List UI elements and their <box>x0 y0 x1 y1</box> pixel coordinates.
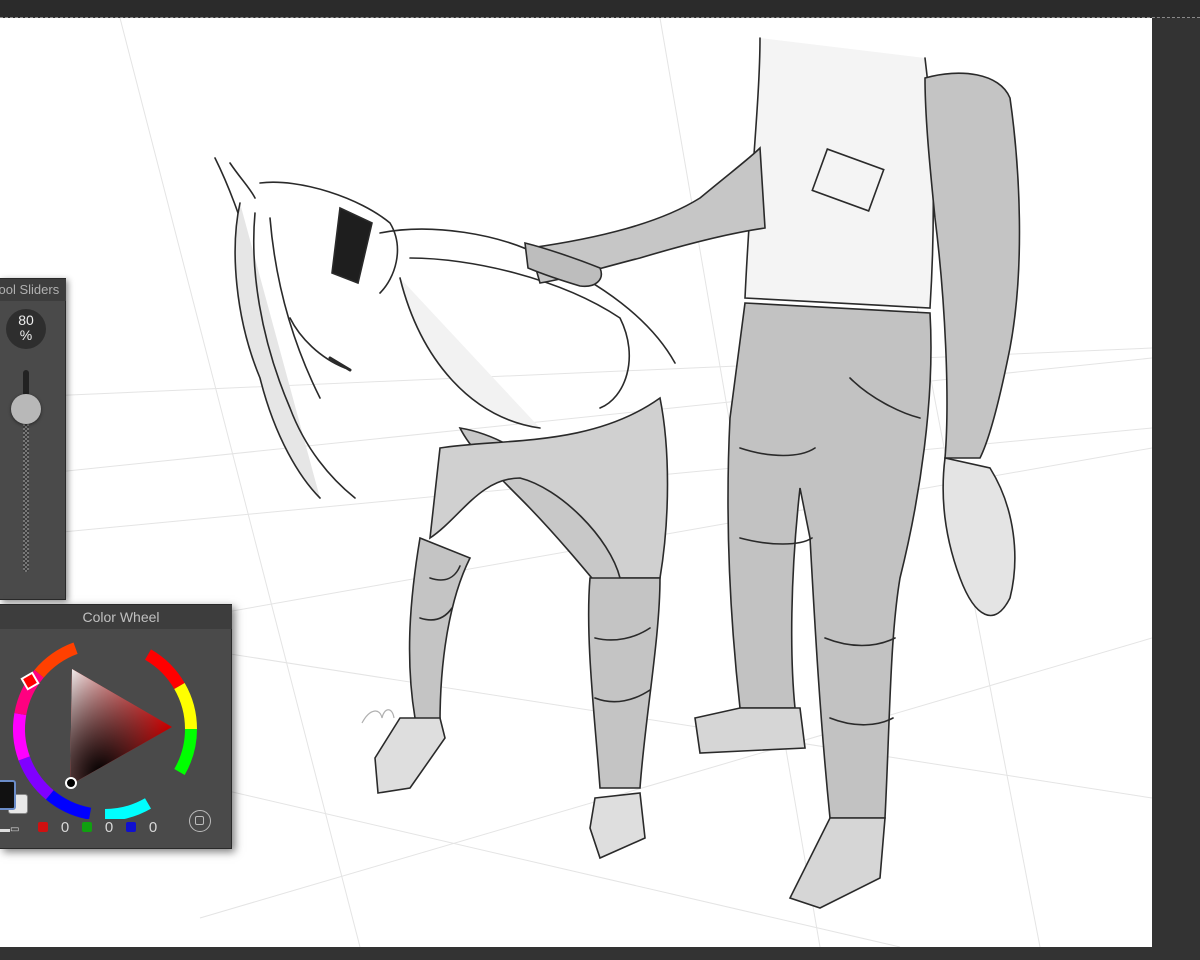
blue-value[interactable]: 0 <box>136 819 170 836</box>
tool-sliders-panel: Tool Sliders 80 % <box>0 278 66 600</box>
bottom-workspace-edge <box>0 947 1152 960</box>
swap-colors-icon[interactable]: ▬▭ <box>0 825 24 835</box>
tool-sliders-title[interactable]: Tool Sliders <box>0 279 66 301</box>
blue-channel-chip <box>126 822 136 832</box>
red-channel-chip <box>38 822 48 832</box>
brush-size-value: 80 <box>18 312 34 328</box>
opacity-slider-transparent <box>23 406 29 572</box>
brush-size-display[interactable]: 80 % <box>6 309 46 349</box>
color-wheel-title[interactable]: Color Wheel <box>0 605 232 629</box>
top-bar <box>0 0 1200 18</box>
signature <box>361 709 395 724</box>
primary-color-swatch[interactable] <box>0 780 16 810</box>
color-picker-marker[interactable] <box>65 777 77 789</box>
opacity-slider-thumb[interactable] <box>11 394 41 424</box>
rgb-values-row: 0 0 0 <box>38 817 170 837</box>
color-wheel-graphic[interactable] <box>0 629 232 819</box>
saturation-value-triangle[interactable] <box>70 669 172 785</box>
green-value[interactable]: 0 <box>92 819 126 836</box>
red-value[interactable]: 0 <box>48 819 82 836</box>
right-workspace-edge <box>1152 18 1200 960</box>
brush-size-unit: % <box>19 327 33 343</box>
green-channel-chip <box>82 822 92 832</box>
wheel-settings-icon[interactable] <box>189 810 211 832</box>
